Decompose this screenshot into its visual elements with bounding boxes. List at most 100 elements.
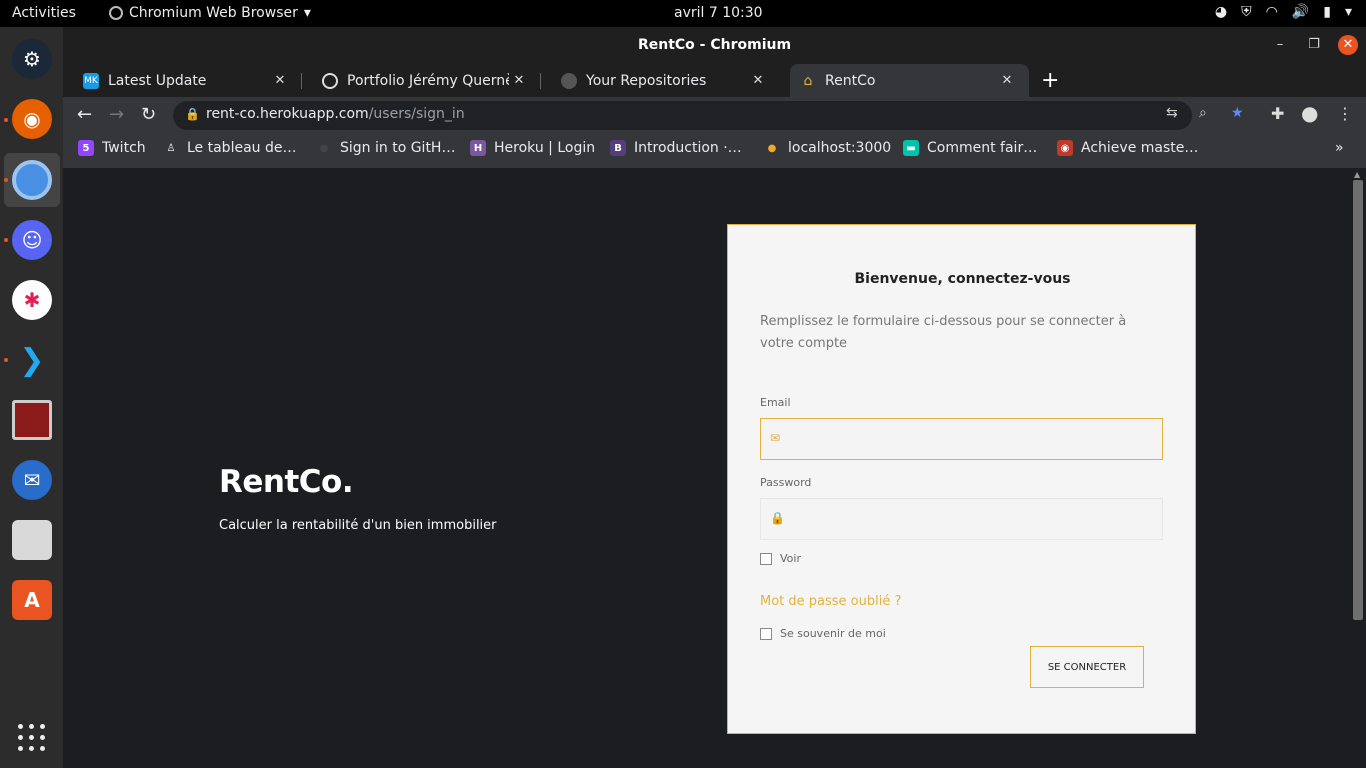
remember-me-toggle[interactable]: Se souvenir de moi [760,627,886,640]
tab-latest-update[interactable]: MK Latest Update ✕ [63,64,302,97]
profile-icon[interactable]: ● [1301,101,1318,125]
running-indicator [4,358,8,362]
screen-icon: ▬ [903,140,919,156]
password-field[interactable]: 🔒 [760,498,1163,540]
remember-me-checkbox[interactable] [760,627,772,640]
bookmark-bootstrap[interactable]: B Introduction ·… [610,140,742,156]
chromium-small-icon [109,6,123,20]
back-icon[interactable]: ← [77,104,92,125]
password-input[interactable] [791,505,1151,533]
forward-icon[interactable]: → [109,104,124,125]
chromium-icon[interactable] [12,160,52,200]
tab-repositories[interactable]: Your Repositories ✕ [541,64,780,97]
brand-logo: RentCo. [219,464,354,500]
forgot-password-link[interactable]: Mot de passe oublié ? [760,594,901,609]
close-tab-icon[interactable]: ✕ [509,73,529,88]
reload-icon[interactable]: ↻ [141,104,156,125]
window-title: RentCo - Chromium [637,37,792,53]
minimize-icon[interactable]: – [1270,35,1290,55]
wifi-icon[interactable]: ◠ [1266,4,1278,20]
bookmark-comment[interactable]: ▬ Comment fair… [903,140,1037,156]
tab-label: Portfolio Jérémy Quernè [347,72,509,89]
bookmark-github[interactable]: ● Sign in to GitH… [316,140,456,156]
thunderbird-icon[interactable]: ✉ [12,460,52,500]
chevron-down-icon: ▾ [303,5,311,21]
bookmark-label: Heroku | Login [494,140,596,156]
email-label: Email [760,396,791,409]
menu-icon[interactable]: ⋮ [1337,104,1353,123]
steam-icon[interactable]: ⚙ [12,39,52,79]
gnome-top-bar: Activities Chromium Web Browser ▾ avril … [0,0,1366,27]
terminal-icon[interactable] [12,400,52,440]
battery-icon[interactable]: ▮ [1323,4,1331,20]
scroll-up-icon[interactable]: ▲ [1354,170,1360,179]
maximize-icon[interactable]: ❐ [1304,35,1324,55]
tab-label: Your Repositories [586,72,707,89]
discord-tray-icon[interactable]: ◕ [1215,4,1227,20]
bookmark-label: Le tableau de… [187,140,297,156]
discord-icon[interactable]: ☺ [12,220,52,260]
system-tray[interactable]: ◕ ⛨ ◠ 🔊 ▮ ▾ [1215,4,1352,20]
github-icon [561,72,577,89]
email-field[interactable]: ✉ [760,418,1163,460]
star-icon[interactable]: ★ [1231,105,1244,121]
show-password-checkbox[interactable] [760,552,772,565]
translate-icon[interactable]: ⇆ [1166,105,1178,121]
form-description: Remplissez le formulaire ci-dessous pour… [760,314,1127,351]
sign-in-button[interactable]: SE CONNECTER [1030,646,1144,688]
scrollbar-thumb[interactable] [1353,180,1363,620]
close-icon[interactable]: ✕ [1338,35,1358,55]
bookmark-tableau[interactable]: ♙ Le tableau de… [163,140,297,156]
remember-me-label: Se souvenir de moi [780,627,886,640]
email-input[interactable] [791,425,1151,453]
target-icon: ◉ [1057,140,1073,156]
url-text[interactable]: rent-co.herokuapp.com/users/sign_in [206,106,465,122]
page-content: RentCo. Calculer la rentabilité d'un bie… [63,168,1350,768]
bookmark-localhost[interactable]: ● localhost:3000 [764,140,892,156]
lock-icon: 🔒 [770,511,785,525]
twitch-icon: 5 [78,140,94,156]
show-password-toggle[interactable]: Voir [760,552,801,565]
envelope-icon: ✉ [770,431,781,445]
location-pin-icon: ● [767,142,777,154]
url-path: /users/sign_in [368,106,465,122]
extensions-icon[interactable]: ✚ [1271,104,1284,123]
tab-rentco[interactable]: ⌂ RentCo ✕ [790,64,1029,97]
bookmark-label: Comment fair… [927,140,1038,156]
tab-strip: MK Latest Update ✕ Portfolio Jérémy Quer… [63,64,1366,97]
power-chevron-icon[interactable]: ▾ [1345,4,1352,20]
bookmark-label: Twitch [102,140,146,156]
title-bar[interactable]: RentCo - Chromium – ❐ ✕ [63,27,1366,64]
shield-icon[interactable]: ⛨ [1241,4,1252,20]
address-bar[interactable]: 🔒 rent-co.herokuapp.com/users/sign_in ⇆ … [173,101,1244,130]
running-indicator [4,178,8,182]
bookmark-twitch[interactable]: 5 Twitch [78,140,146,156]
bookmark-label: Sign in to GitH… [340,140,456,156]
mk-favicon-icon: MK [83,72,99,89]
tab-portfolio[interactable]: Portfolio Jérémy Quernè ✕ [302,64,541,97]
app-menu-label: Chromium Web Browser [129,5,298,21]
url-host: rent-co.herokuapp.com [206,106,369,122]
files-icon[interactable] [12,520,52,560]
close-tab-icon[interactable]: ✕ [997,73,1017,88]
volume-icon[interactable]: 🔊 [1292,4,1309,20]
page-scrollbar[interactable]: ▲ [1350,168,1366,768]
show-apps-icon[interactable] [18,724,46,752]
zoom-icon[interactable]: ⌕ [1199,105,1207,121]
lock-icon[interactable]: 🔒 [185,107,200,121]
new-tab-icon[interactable]: + [1041,68,1059,93]
clock[interactable]: avril 7 10:30 [674,5,763,21]
activities-button[interactable]: Activities [12,5,76,21]
more-bookmarks-icon[interactable]: » [1335,140,1344,156]
home-icon: ⌂ [803,72,813,89]
app-menu[interactable]: Chromium Web Browser ▾ [109,5,311,21]
running-indicator [4,118,8,122]
slack-icon[interactable]: ✱ [12,280,52,320]
close-tab-icon[interactable]: ✕ [748,73,768,88]
close-tab-icon[interactable]: ✕ [270,73,290,88]
software-icon[interactable]: A [12,580,52,620]
firefox-icon[interactable]: ◉ [12,99,52,139]
bookmark-heroku[interactable]: H Heroku | Login [470,140,595,156]
bookmark-achieve[interactable]: ◉ Achieve maste… [1057,140,1198,156]
vscode-icon[interactable]: ❯ [12,340,52,380]
